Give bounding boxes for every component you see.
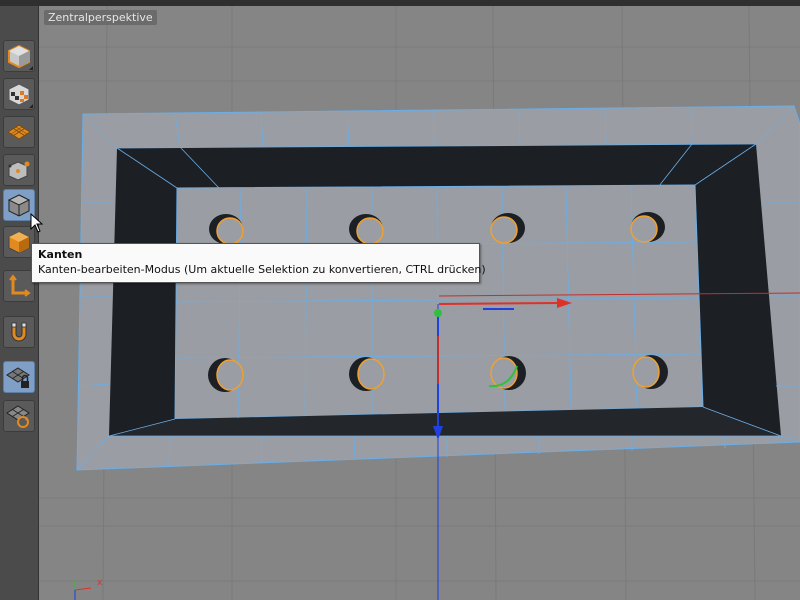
tooltip-title: Kanten	[38, 248, 83, 261]
workplane-grid-icon	[7, 124, 31, 140]
axis-mode-icon	[9, 274, 31, 297]
edges-mode-tooltip: Kanten Kanten-bearbeiten-Modus (Um aktue…	[31, 243, 486, 283]
mouse-cursor-icon	[30, 213, 44, 233]
tool-object-mode[interactable]	[3, 40, 35, 72]
locked-workplane-icon	[6, 367, 30, 388]
tool-texture-mode[interactable]	[3, 78, 35, 110]
axis-x-label: x	[97, 578, 103, 588]
tool-rotating-grid[interactable]	[3, 400, 35, 432]
tool-workplane[interactable]	[3, 116, 35, 148]
3d-viewport[interactable]: x Zentralperspektive	[39, 6, 800, 600]
viewport-camera-label[interactable]: Zentralperspektive	[44, 10, 157, 25]
tool-snapping[interactable]	[3, 316, 35, 348]
viewport-scene	[39, 6, 800, 600]
polygons-mode-icon	[8, 231, 30, 254]
axis-orientation-indicator	[74, 580, 92, 600]
points-mode-icon	[8, 161, 30, 181]
mode-toolbar	[0, 6, 39, 600]
submenu-indicator	[29, 66, 33, 70]
snapping-magnet-icon	[11, 322, 27, 342]
tooltip-description: Kanten-bearbeiten-Modus (Um aktuelle Sel…	[38, 263, 486, 276]
edges-mode-icon	[7, 194, 31, 217]
tool-locked-workplane[interactable]	[3, 361, 35, 393]
tool-points-mode[interactable]	[3, 154, 35, 186]
submenu-indicator	[29, 104, 33, 108]
rotating-grid-icon	[6, 405, 30, 428]
